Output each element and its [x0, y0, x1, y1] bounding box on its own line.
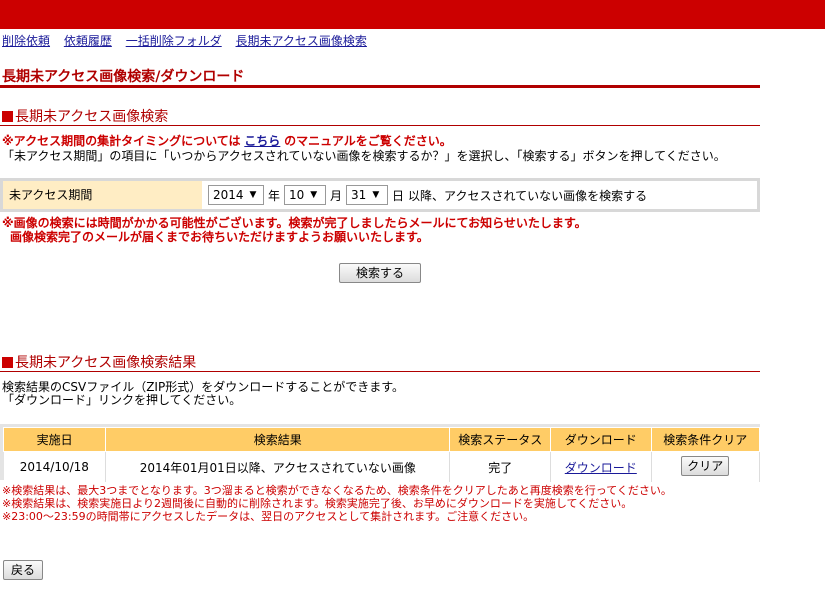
back-button[interactable]: 戻る — [3, 560, 43, 580]
cell-status: 完了 — [449, 451, 551, 482]
page-title: 長期未アクセス画像検索/ダウンロード — [2, 69, 245, 85]
title-divider — [0, 85, 760, 88]
day-select[interactable]: 31 ▼ — [346, 185, 389, 205]
dropdown-arrow-icon: ▼ — [310, 190, 318, 200]
top-nav: 削除依頼 依頼履歴 一括削除フォルダ 長期未アクセス画像検索 — [2, 32, 377, 49]
nav-long-unaccessed-search[interactable]: 長期未アクセス画像検索 — [236, 34, 367, 48]
results-section-divider — [0, 371, 760, 372]
dropdown-arrow-icon: ▼ — [249, 190, 257, 200]
results-section-title: 長期未アクセス画像検索結果 — [2, 352, 196, 372]
col-status: 検索ステータス — [449, 427, 551, 452]
results-note-2: ※検索結果は、検索実施日より2週間後に自動的に削除されます。検索実施完了後、お早… — [2, 497, 633, 510]
table-header-row: 実施日 検索結果 検索ステータス ダウンロード 検索条件クリア — [2, 427, 761, 452]
search-instruction: 「未アクセス期間」の項目に「いつからアクセスされていない画像を検索するか？」を選… — [2, 149, 726, 163]
col-download: ダウンロード — [550, 427, 652, 452]
results-note-3: ※23:00～23:59の時間帯にアクセスしたデータは、翌日のアクセスとして集計… — [2, 510, 535, 523]
search-button[interactable]: 検索する — [339, 263, 421, 283]
results-note-1: ※検索結果は、最大3つまでとなります。3つ溜まると検索ができなくなるため、検索条… — [2, 484, 672, 497]
cell-date: 2014/10/18 — [3, 451, 107, 482]
dropdown-arrow-icon: ▼ — [372, 190, 380, 200]
search-section-title: 長期未アクセス画像検索 — [2, 106, 168, 126]
nav-delete-request[interactable]: 削除依頼 — [2, 34, 50, 48]
clear-button[interactable]: クリア — [681, 455, 730, 476]
year-select[interactable]: 2014 ▼ — [208, 185, 264, 205]
search-form: 未アクセス期間 2014 ▼ 年 10 ▼ 月 31 ▼ 日 以降、アクセスされていな… — [0, 178, 760, 212]
results-table: 実施日 検索結果 検索ステータス ダウンロード 検索条件クリア 2014/10/… — [2, 427, 761, 482]
download-link[interactable]: ダウンロード — [565, 461, 637, 475]
table-row: 2014/10/18 2014年01月01日以降、アクセスされていない画像 完了… — [3, 451, 761, 482]
top-header-bar — [0, 0, 825, 29]
col-date: 実施日 — [2, 427, 107, 452]
nav-request-history[interactable]: 依頼履歴 — [64, 34, 112, 48]
search-section-divider — [0, 125, 760, 126]
col-clear: 検索条件クリア — [650, 427, 761, 452]
square-bullet-icon — [2, 357, 13, 368]
cell-result: 2014年01月01日以降、アクセスされていない画像 — [105, 451, 451, 482]
results-desc-2: 「ダウンロード」リンクを押してください。 — [2, 393, 242, 407]
month-select[interactable]: 10 ▼ — [284, 185, 327, 205]
square-bullet-icon — [2, 111, 13, 122]
manual-link[interactable]: こちら — [244, 134, 280, 148]
period-label: 未アクセス期間 — [3, 181, 202, 209]
nav-bulk-delete-folder[interactable]: 一括削除フォルダ — [126, 34, 222, 48]
col-result: 検索結果 — [105, 427, 451, 452]
search-mail-warning: 画像検索完了のメールが届くまでお待ちいただけますようお願いいたします。 — [10, 230, 429, 244]
